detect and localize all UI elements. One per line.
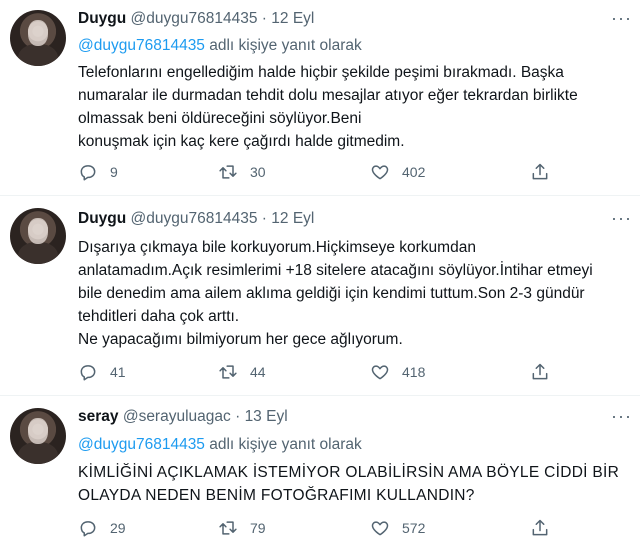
tweet-text-line: konuşmak için kaç kere çağırdı halde git… <box>78 133 405 150</box>
reply-count: 29 <box>110 520 126 536</box>
tweet-date[interactable]: 13 Eyl <box>245 408 288 425</box>
author-handle[interactable]: @duygu76814435 <box>131 210 258 227</box>
reply-count: 41 <box>110 364 126 380</box>
avatar[interactable] <box>10 208 66 264</box>
tweet-text-line: numaralar ile durmadan tehdit dolu mesaj… <box>78 87 578 104</box>
reply-mention-link[interactable]: @duygu76814435 <box>78 37 205 54</box>
tweet-actions: 41 44 418 <box>78 362 568 386</box>
reply-count: 9 <box>110 164 118 180</box>
reply-button[interactable]: 29 <box>78 518 126 538</box>
author-name[interactable]: Duygu <box>78 10 126 27</box>
separator-dot: · <box>261 210 267 227</box>
share-icon <box>532 163 548 180</box>
tweet-text-line: olmassak beni öldüreceğini söylüyor.Beni <box>78 110 362 127</box>
avatar[interactable] <box>10 408 66 464</box>
tweet-3[interactable]: seray @serayuluagac · 13 Eyl ··· @duygu7… <box>0 396 640 544</box>
retweet-button[interactable]: 44 <box>218 362 266 382</box>
like-button[interactable]: 418 <box>370 362 425 382</box>
tweet-text-line: OLAYDA NEDEN BENİM FOTOĞRAFIMI KULLANDIN… <box>78 487 475 504</box>
reply-context-text: adlı kişiye yanıt olarak <box>209 37 362 54</box>
reply-icon <box>80 165 96 181</box>
tweet-text: KİMLİĞİNİ AÇIKLAMAK İSTEMİYOR OLABİLİRSİ… <box>78 461 630 507</box>
more-options-icon[interactable]: ··· <box>611 8 632 29</box>
reply-button[interactable]: 9 <box>78 162 118 182</box>
like-count: 572 <box>402 520 426 536</box>
tweet-text-line: Dışarıya çıkmaya bile korkuyorum.Hiçkims… <box>78 239 476 256</box>
tweet-text-line: anlatamadım.Açık resimlerimi +18 siteler… <box>78 262 593 279</box>
author-name[interactable]: Duygu <box>78 210 126 227</box>
tweet-header: Duygu @duygu76814435 · 12 Eyl <box>78 210 314 228</box>
tweet-2[interactable]: Duygu @duygu76814435 · 12 Eyl ··· Dışarı… <box>0 196 640 396</box>
tweet-text-line: bile denedim ama ailem aklıma geldiği iç… <box>78 285 585 302</box>
reply-icon <box>80 521 96 537</box>
reply-icon <box>80 365 96 381</box>
tweet-date[interactable]: 12 Eyl <box>271 10 314 27</box>
retweet-icon <box>219 521 237 535</box>
reply-button[interactable]: 41 <box>78 362 126 382</box>
retweet-icon <box>219 165 237 179</box>
tweet-actions: 9 30 402 <box>78 162 568 186</box>
author-handle[interactable]: @duygu76814435 <box>131 10 258 27</box>
tweet-actions: 29 79 572 <box>78 518 568 542</box>
like-button[interactable]: 572 <box>370 518 425 538</box>
separator-dot: · <box>235 408 241 425</box>
share-button[interactable] <box>530 362 550 382</box>
share-button[interactable] <box>530 518 550 538</box>
tweet-text-line: Telefonlarını engellediğim halde hiçbir … <box>78 64 564 81</box>
retweet-icon <box>219 365 237 379</box>
tweet-header: seray @serayuluagac · 13 Eyl <box>78 408 288 426</box>
tweet-text: Dışarıya çıkmaya bile korkuyorum.Hiçkims… <box>78 236 630 351</box>
tweet-text-line: KİMLİĞİNİ AÇIKLAMAK İSTEMİYOR OLABİLİRSİ… <box>78 464 620 481</box>
reply-mention-link[interactable]: @duygu76814435 <box>78 436 205 453</box>
heart-icon <box>371 521 389 536</box>
like-button[interactable]: 402 <box>370 162 425 182</box>
retweet-count: 44 <box>250 364 266 380</box>
share-icon <box>532 519 548 536</box>
reply-context: @duygu76814435 adlı kişiye yanıt olarak <box>78 37 362 55</box>
avatar[interactable] <box>10 10 66 66</box>
like-count: 402 <box>402 164 426 180</box>
tweet-text-line: tehditleri daha çok arttı. <box>78 308 240 325</box>
heart-icon <box>371 165 389 180</box>
retweet-button[interactable]: 79 <box>218 518 266 538</box>
author-name[interactable]: seray <box>78 408 119 425</box>
tweet-1[interactable]: Duygu @duygu76814435 · 12 Eyl ··· @duygu… <box>0 0 640 196</box>
author-handle[interactable]: @serayuluagac <box>123 408 231 425</box>
tweet-text-line: Ne yapacağımı bilmiyorum her gece ağlıyo… <box>78 331 403 348</box>
more-options-icon[interactable]: ··· <box>611 406 632 427</box>
tweet-header: Duygu @duygu76814435 · 12 Eyl <box>78 10 314 28</box>
share-icon <box>532 363 548 380</box>
tweet-text: Telefonlarını engellediğim halde hiçbir … <box>78 61 630 153</box>
reply-context-text: adlı kişiye yanıt olarak <box>209 436 362 453</box>
more-options-icon[interactable]: ··· <box>611 208 632 229</box>
retweet-button[interactable]: 30 <box>218 162 266 182</box>
reply-context: @duygu76814435 adlı kişiye yanıt olarak <box>78 436 362 454</box>
retweet-count: 79 <box>250 520 266 536</box>
share-button[interactable] <box>530 162 550 182</box>
tweet-date[interactable]: 12 Eyl <box>271 210 314 227</box>
like-count: 418 <box>402 364 426 380</box>
heart-icon <box>371 365 389 380</box>
retweet-count: 30 <box>250 164 266 180</box>
separator-dot: · <box>261 10 267 27</box>
